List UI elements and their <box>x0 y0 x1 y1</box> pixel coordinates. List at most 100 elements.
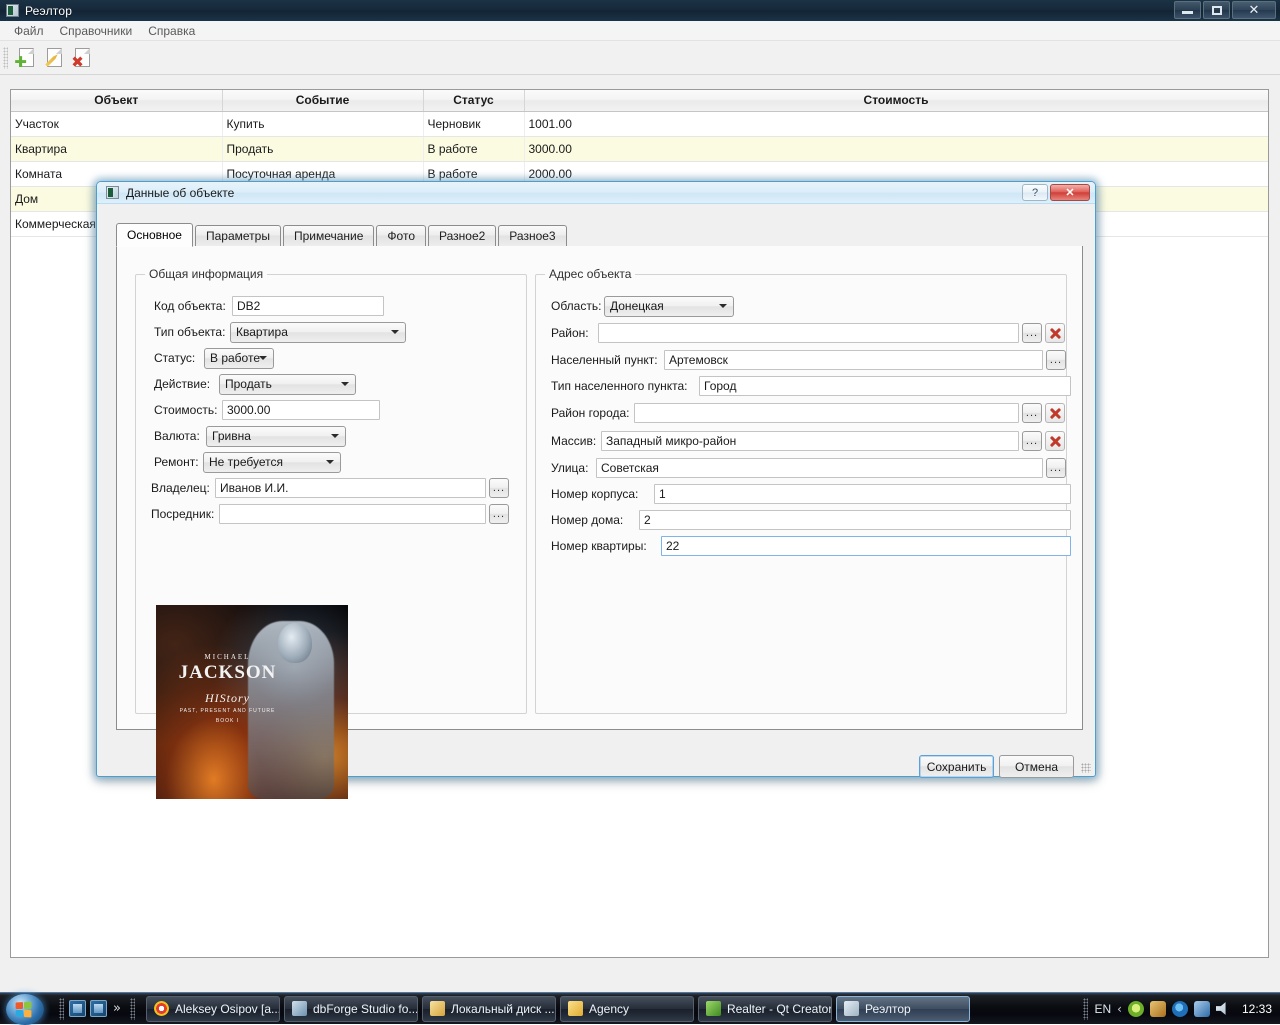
adobe-icon[interactable] <box>1171 1000 1188 1017</box>
task-button-qt-creator[interactable]: Realter - Qt Creator <box>697 995 832 1022</box>
menu-item-references[interactable]: Справочники <box>52 22 141 40</box>
chevron-down-icon <box>391 330 399 334</box>
chevron-down-icon <box>259 356 267 360</box>
field-currency: Валюта: Гривна <box>154 425 346 447</box>
cell-status: В работе <box>423 136 525 162</box>
owner-browse-button[interactable]: ... <box>489 478 509 498</box>
cancel-button[interactable]: Отмена <box>999 755 1074 778</box>
locality-browse-button[interactable]: ... <box>1046 350 1066 370</box>
task-button-local-disk[interactable]: Локальный диск ... <box>421 995 556 1022</box>
status-combobox-value: В работе <box>210 351 261 365</box>
cell-event: Купить <box>222 111 424 137</box>
tray-expand-chevron[interactable]: ‹ <box>1117 1002 1122 1016</box>
help-button[interactable]: ? <box>1022 184 1048 201</box>
locality-type-input[interactable]: Город <box>699 376 1071 396</box>
quicklaunch-overflow-chevron[interactable]: » <box>113 1001 121 1016</box>
menu-item-file[interactable]: Файл <box>6 22 52 40</box>
task-label: dbForge Studio fo... <box>312 1001 418 1016</box>
cell-price: 3000.00 <box>524 136 1268 162</box>
antivirus-icon[interactable] <box>1127 1000 1144 1017</box>
house-input[interactable]: 2 <box>639 510 1071 530</box>
task-button-realtor[interactable]: Реэлтор <box>835 995 970 1022</box>
city-district-input[interactable] <box>634 403 1019 423</box>
tasks-grip[interactable] <box>129 997 135 1020</box>
cell-object: Участок <box>11 111 223 137</box>
close-button[interactable]: ✕ <box>1232 1 1276 19</box>
table-row[interactable]: Квартира Продать В работе 3000.00 <box>11 136 1268 162</box>
currency-combobox[interactable]: Гривна <box>206 425 346 447</box>
column-header-status[interactable]: Статус <box>423 90 525 112</box>
action-combobox[interactable]: Продать <box>219 373 356 395</box>
city-district-clear-button[interactable] <box>1045 403 1065 423</box>
network-icon[interactable] <box>1193 1000 1210 1017</box>
code-input[interactable]: DB2 <box>232 296 384 316</box>
tab-raznoe3[interactable]: Разное3 <box>498 225 567 246</box>
task-button-dbforge-studio[interactable]: dbForge Studio fo... <box>283 995 418 1022</box>
city-district-browse-button[interactable]: ... <box>1022 403 1042 423</box>
massif-clear-button[interactable] <box>1045 431 1065 451</box>
status-combobox[interactable]: В работе <box>204 347 274 369</box>
tab-parametry[interactable]: Параметры <box>194 225 281 246</box>
column-header-price[interactable]: Стоимость <box>524 90 1268 112</box>
locality-input[interactable]: Артемовск <box>664 350 1043 370</box>
new-object-button[interactable]: ✚ <box>12 44 40 72</box>
tab-osnovnoe[interactable]: Основное <box>116 223 193 247</box>
tab-primechanie[interactable]: Примечание <box>282 225 375 246</box>
street-input[interactable]: Советская <box>596 458 1043 478</box>
save-button[interactable]: Сохранить <box>919 755 994 778</box>
table-header-row: Объект Событие Статус Стоимость <box>11 90 1268 112</box>
table-row[interactable]: Участок Купить Черновик 1001.00 <box>11 111 1268 137</box>
task-button-aleksey-osipov[interactable]: Aleksey Osipov [a... <box>145 995 280 1022</box>
repair-combobox[interactable]: Не требуется <box>203 451 341 473</box>
object-photo[interactable]: MICHAEL JACKSON HIStory PAST, PRESENT AN… <box>156 605 348 799</box>
photo-album: HIStory <box>205 691 250 705</box>
agent-browse-button[interactable]: ... <box>489 504 509 524</box>
quicklaunch-grip[interactable] <box>59 997 64 1020</box>
show-desktop-icon[interactable] <box>69 1000 86 1017</box>
region-combobox[interactable]: Донецкая <box>604 295 734 317</box>
tab-foto[interactable]: Фото <box>376 225 426 246</box>
delete-object-button[interactable]: ✖ <box>68 44 96 72</box>
delete-x-icon: ✖ <box>71 52 84 71</box>
district-clear-button[interactable] <box>1045 323 1065 343</box>
start-button[interactable] <box>2 993 48 1025</box>
taskbar: » Aleksey Osipov [a... dbForge Studio fo… <box>0 992 1280 1025</box>
column-header-object[interactable]: Объект <box>11 90 223 112</box>
massif-browse-button[interactable]: ... <box>1022 431 1042 451</box>
type-combobox[interactable]: Квартира <box>230 321 406 343</box>
language-indicator[interactable]: EN <box>1094 1002 1111 1016</box>
column-header-event[interactable]: Событие <box>222 90 424 112</box>
agent-label: Посредник: <box>151 507 215 521</box>
task-label: Agency <box>588 1001 629 1016</box>
flat-input[interactable]: 22 <box>661 536 1071 556</box>
menu-bar: Файл Справочники Справка <box>0 21 1280 41</box>
street-browse-button[interactable]: ... <box>1046 458 1066 478</box>
general-info-title: Общая информация <box>145 267 268 281</box>
task-button-agency[interactable]: Agency <box>559 995 694 1022</box>
photo-artist-big: JACKSON <box>178 662 277 683</box>
massif-input[interactable]: Западный микро-район <box>601 431 1019 451</box>
price-input[interactable]: 3000.00 <box>222 400 380 420</box>
minimize-button[interactable] <box>1174 1 1201 19</box>
dialog-close-button[interactable]: ✕ <box>1050 184 1090 201</box>
district-browse-button[interactable]: ... <box>1022 323 1042 343</box>
taskbar-clock[interactable]: 12:33 <box>1242 1002 1272 1016</box>
building-input[interactable]: 1 <box>654 484 1071 504</box>
menu-item-help[interactable]: Справка <box>140 22 203 40</box>
system-tray: EN ‹ 12:33 <box>1083 997 1280 1020</box>
address-group: Адрес объекта Область: Донецкая Район: .… <box>535 267 1071 714</box>
toolbar-grip[interactable] <box>3 46 8 69</box>
owner-input[interactable]: Иванов И.И. <box>215 478 486 498</box>
tab-raznoe2[interactable]: Разное2 <box>428 225 497 246</box>
dialog-resize-grip[interactable] <box>1081 763 1091 773</box>
address-title: Адрес объекта <box>545 267 636 281</box>
update-icon[interactable] <box>1149 1000 1166 1017</box>
agent-input[interactable] <box>219 504 486 524</box>
maximize-button[interactable] <box>1203 1 1230 19</box>
main-window: Реэлтор ✕ Файл Справочники Справка ✚ ✖ О… <box>0 0 1280 992</box>
district-input[interactable] <box>598 323 1019 343</box>
edit-object-button[interactable] <box>40 44 68 72</box>
volume-icon[interactable] <box>1215 1002 1226 1015</box>
tray-grip[interactable] <box>1083 997 1089 1020</box>
switch-window-icon[interactable] <box>90 1000 107 1017</box>
